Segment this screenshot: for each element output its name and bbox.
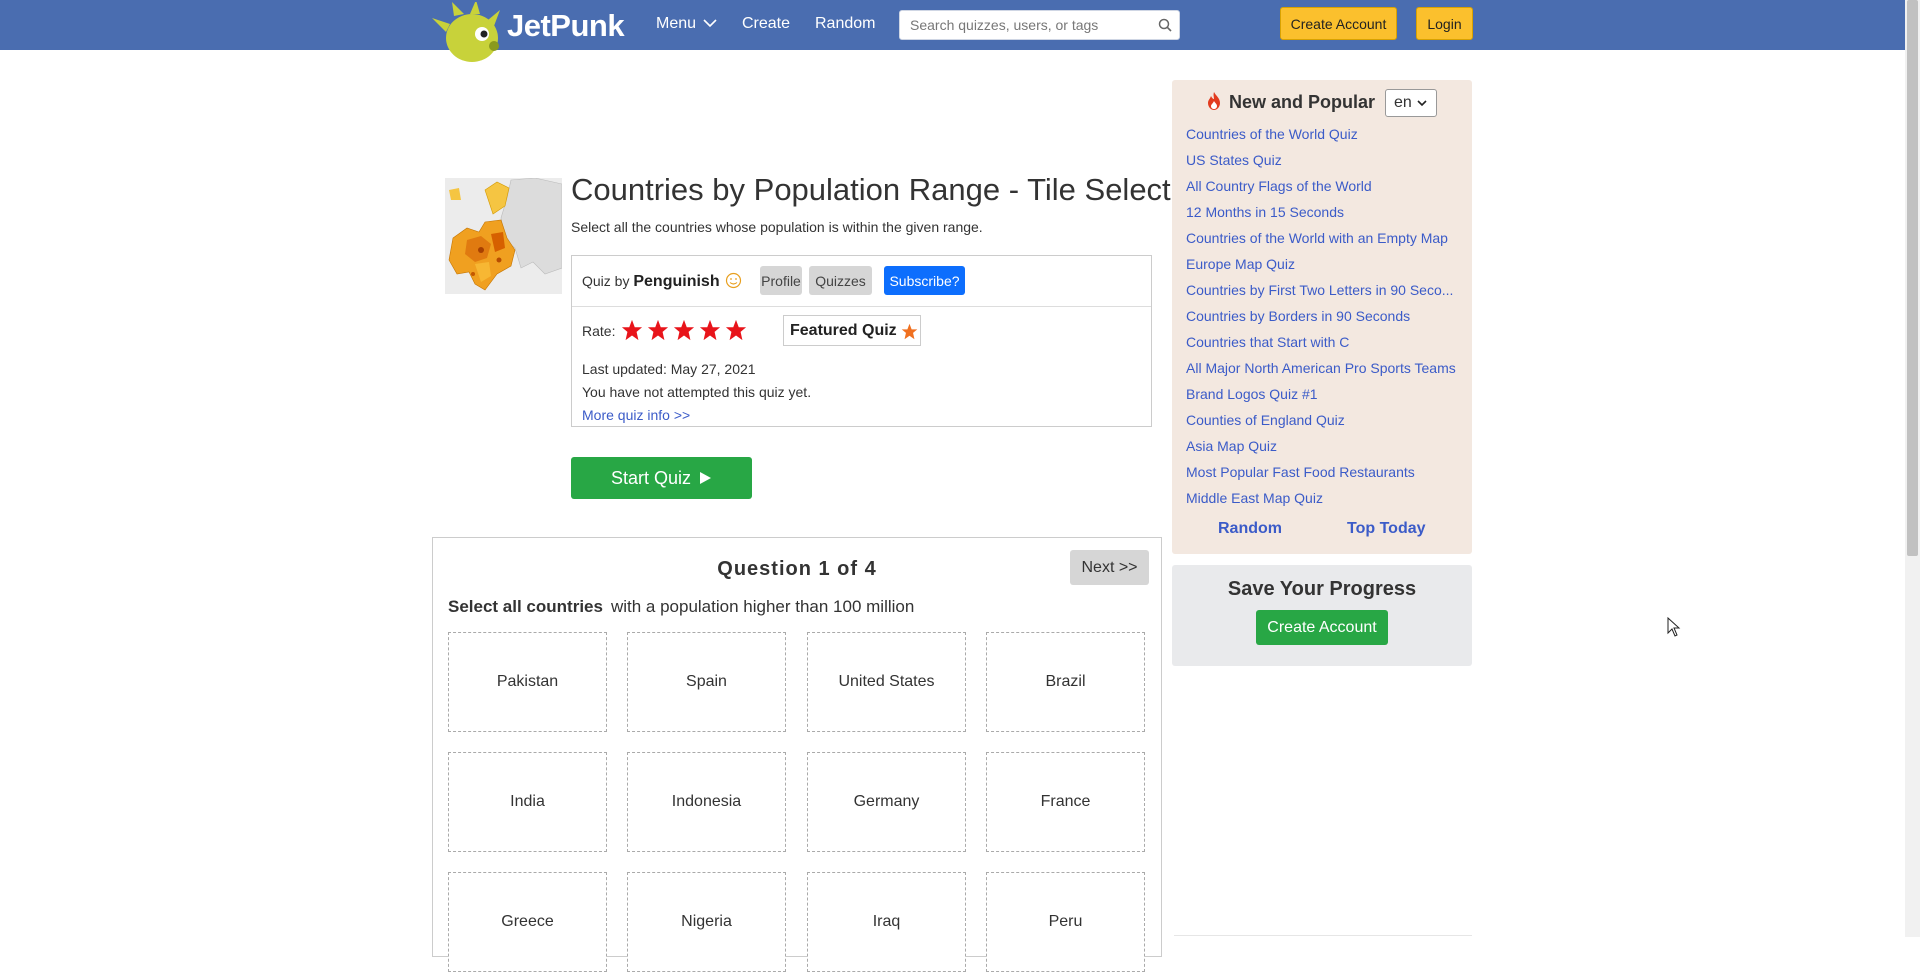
menu-dropdown[interactable]: Menu [656, 15, 718, 33]
star-icon[interactable] [647, 319, 669, 341]
popular-quiz-link[interactable]: All Major North American Pro Sports Team… [1186, 360, 1458, 376]
country-tile[interactable]: Iraq [807, 872, 966, 972]
question-counter: Question 1 of 4 [717, 558, 877, 580]
question-panel: Question 1 of 4 Next >> Select all count… [432, 537, 1162, 972]
chevron-down-icon [1417, 100, 1427, 107]
star-icon [901, 323, 918, 340]
country-tile[interactable]: Indonesia [627, 752, 786, 852]
divider [1174, 935, 1472, 936]
start-quiz-button[interactable]: Start Quiz [571, 457, 752, 499]
next-question-button[interactable]: Next >> [1070, 550, 1149, 585]
subscribe-button[interactable]: Subscribe? [884, 266, 965, 295]
nav-create-link[interactable]: Create [742, 15, 790, 33]
play-icon [700, 472, 712, 484]
star-icon[interactable] [621, 319, 643, 341]
country-tile[interactable]: India [448, 752, 607, 852]
scrollbar-thumb[interactable] [1907, 0, 1918, 556]
save-progress-panel: Save Your Progress Create Account [1172, 565, 1472, 666]
country-tile[interactable]: Pakistan [448, 632, 607, 732]
country-tile[interactable]: Spain [627, 632, 786, 732]
create-account-button[interactable]: Create Account [1256, 610, 1388, 645]
popular-quiz-link[interactable]: US States Quiz [1186, 152, 1458, 168]
country-tile[interactable]: Peru [986, 872, 1145, 972]
more-quiz-info-link[interactable]: More quiz info >> [582, 407, 690, 423]
author-row: Quiz by Penguinish Profile Quizzes Subsc… [572, 256, 1151, 307]
popular-quiz-link[interactable]: Countries by Borders in 90 Seconds [1186, 308, 1458, 324]
popular-quiz-link[interactable]: Brand Logos Quiz #1 [1186, 386, 1458, 402]
country-tile[interactable]: Greece [448, 872, 607, 972]
country-tile[interactable]: France [986, 752, 1145, 852]
rating-stars [621, 319, 751, 341]
site-name[interactable]: JetPunk [507, 8, 625, 44]
language-select[interactable]: en [1385, 89, 1437, 117]
new-and-popular-heading: New and Popular [1229, 92, 1376, 112]
country-tile[interactable]: United States [807, 632, 966, 732]
chevron-down-icon [703, 19, 718, 28]
quiz-thumbnail-map [445, 178, 562, 294]
search-icon[interactable] [1157, 17, 1173, 33]
prompt-text: with a population higher than 100 millio… [610, 597, 915, 616]
top-navigation-bar: JetPunk Menu Create Random Create Accoun… [0, 0, 1905, 62]
flame-icon [1208, 92, 1220, 110]
rate-label: Rate: [582, 323, 616, 339]
popular-quiz-link[interactable]: Countries by First Two Letters in 90 Sec… [1186, 282, 1458, 298]
last-updated: Last updated: May 27, 2021 [582, 361, 756, 377]
attempt-status: You have not attempted this quiz yet. [582, 384, 812, 400]
popular-quiz-link[interactable]: Most Popular Fast Food Restaurants [1186, 464, 1458, 480]
featured-quiz-badge: Featured Quiz [783, 315, 921, 346]
quiz-info-box: Quiz by Penguinish Profile Quizzes Subsc… [571, 255, 1152, 427]
search-input[interactable] [908, 16, 1152, 34]
random-quiz-link[interactable]: Random [1218, 520, 1282, 538]
login-button[interactable]: Login [1416, 7, 1473, 40]
star-icon[interactable] [725, 319, 747, 341]
nav-random-link[interactable]: Random [815, 15, 875, 33]
popular-quiz-link[interactable]: Counties of England Quiz [1186, 412, 1458, 428]
top-today-link[interactable]: Top Today [1347, 520, 1426, 538]
new-and-popular-panel: New and Popular en Countries of the Worl… [1172, 80, 1472, 554]
author-name[interactable]: Penguinish [633, 273, 719, 290]
popular-quiz-link[interactable]: Asia Map Quiz [1186, 438, 1458, 454]
start-quiz-label: Start Quiz [610, 467, 692, 488]
country-tile[interactable]: Brazil [986, 632, 1145, 732]
popular-quiz-link[interactable]: Countries that Start with C [1186, 334, 1458, 350]
popular-quiz-link[interactable]: All Country Flags of the World [1186, 178, 1458, 194]
language-value: en [1394, 94, 1412, 111]
europe-map-image [445, 178, 562, 294]
popular-quiz-link[interactable]: 12 Months in 15 Seconds [1186, 204, 1458, 220]
country-tile[interactable]: Nigeria [627, 872, 786, 972]
popular-quiz-link[interactable]: Countries of the World with an Empty Map [1186, 230, 1458, 246]
star-icon[interactable] [673, 319, 695, 341]
profile-button[interactable]: Profile [760, 266, 802, 295]
search-box [899, 10, 1180, 40]
menu-label: Menu [656, 15, 697, 32]
popular-quiz-link[interactable]: Europe Map Quiz [1186, 256, 1458, 272]
quizzes-button[interactable]: Quizzes [809, 266, 872, 295]
popular-quiz-link[interactable]: Countries of the World Quiz [1186, 126, 1458, 142]
mouse-cursor-icon [1667, 617, 1681, 637]
popular-quiz-link[interactable]: Middle East Map Quiz [1186, 490, 1458, 506]
quiz-by-label: Quiz by [582, 273, 630, 289]
star-icon[interactable] [699, 319, 721, 341]
featured-label: Featured Quiz [790, 322, 897, 339]
country-tile[interactable]: Germany [807, 752, 966, 852]
create-account-button[interactable]: Create Account [1280, 7, 1397, 40]
quiz-author: Quiz by Penguinish [582, 273, 720, 291]
smiley-face-icon [725, 272, 742, 289]
save-progress-heading: Save Your Progress [1227, 578, 1417, 600]
question-prompt: Select all countries with a population hi… [448, 597, 914, 617]
quiz-title: Countries by Population Range - Tile Sel… [571, 172, 1171, 207]
prompt-bold: Select all countries [448, 597, 603, 616]
quiz-description: Select all the countries whose populatio… [571, 219, 983, 235]
